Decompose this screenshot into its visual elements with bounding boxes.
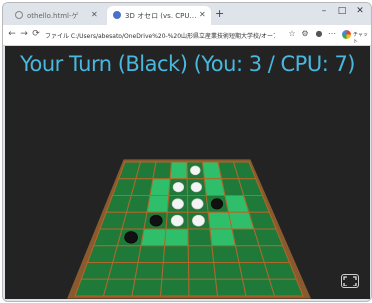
board-cell[interactable]: [112, 245, 142, 263]
page-icon: [113, 11, 121, 19]
extensions-icon[interactable]: ⚙: [300, 29, 310, 38]
board-cell[interactable]: [187, 262, 217, 280]
board-cell[interactable]: [213, 262, 244, 280]
board-cell[interactable]: [102, 278, 136, 297]
board-cell[interactable]: [187, 245, 215, 263]
board-cell[interactable]: [209, 228, 237, 247]
fullscreen-button[interactable]: [341, 274, 359, 288]
board-cell[interactable]: [146, 195, 170, 213]
turn-status: Your Turn (Black) (You: 3 / CPU: 7): [19, 52, 356, 76]
board-cell[interactable]: [169, 161, 188, 180]
menu-icon[interactable]: ⋯: [327, 29, 337, 38]
white-disc: [190, 181, 203, 193]
white-disc: [170, 214, 184, 227]
board-cell[interactable]: [162, 245, 190, 263]
black-disc: [210, 198, 224, 210]
url-field[interactable]: ファイル C:/Users/abesato/OneDrive%20-%20山形県…: [45, 31, 275, 41]
globe-icon: [15, 11, 23, 19]
star-icon[interactable]: ☆: [287, 29, 297, 38]
board-cell[interactable]: [140, 228, 167, 247]
white-disc: [191, 198, 204, 210]
board-cell[interactable]: [211, 245, 240, 263]
game-canvas[interactable]: Your Turn (Black) (You: 3 / CPU: 7): [5, 46, 370, 299]
new-tab-button[interactable]: +: [215, 7, 224, 20]
board-cell[interactable]: [159, 278, 190, 297]
white-disc: [171, 198, 184, 210]
board-cell[interactable]: [215, 278, 247, 297]
minimize-button[interactable]: –: [317, 6, 331, 16]
tab-bar: othello.html-ゲ ✕ 3D オセロ (vs. CPU) ゲーム ✕ …: [3, 3, 371, 25]
chat-icon[interactable]: [342, 30, 351, 39]
chat-label[interactable]: チャット: [353, 31, 371, 45]
close-tab-icon[interactable]: ✕: [91, 10, 98, 19]
forward-button[interactable]: →: [19, 29, 29, 39]
white-disc: [192, 214, 205, 227]
board-cell[interactable]: [149, 178, 171, 196]
browser-window: othello.html-ゲ ✕ 3D オセロ (vs. CPU) ゲーム ✕ …: [2, 2, 372, 302]
board-cell[interactable]: [187, 228, 213, 247]
board-cell[interactable]: [107, 262, 139, 280]
reload-button[interactable]: ⟳: [31, 29, 41, 39]
fullscreen-icon: [343, 276, 357, 286]
tab-label: 3D オセロ (vs. CPU) ゲーム: [125, 12, 197, 20]
board-cell[interactable]: [161, 262, 190, 280]
board-cell[interactable]: [137, 245, 166, 263]
tab-othello[interactable]: othello.html-ゲ ✕: [9, 6, 103, 25]
close-tab-icon[interactable]: ✕: [199, 10, 206, 19]
board-cell[interactable]: [121, 211, 148, 230]
tab-label: othello.html-ゲ: [27, 12, 79, 20]
tab-3d-othello[interactable]: 3D オセロ (vs. CPU) ゲーム ✕: [107, 6, 211, 25]
board-cell[interactable]: [207, 211, 233, 230]
board-cell[interactable]: [152, 161, 173, 180]
address-bar: ← → ⟳ ファイル C:/Users/abesato/OneDrive%20-…: [3, 25, 371, 46]
board-cell[interactable]: [134, 262, 164, 280]
close-window-button[interactable]: ✕: [353, 6, 367, 16]
board-cell[interactable]: [125, 195, 151, 213]
white-disc: [189, 165, 201, 176]
board-cell[interactable]: [188, 278, 219, 297]
board-cell[interactable]: [131, 278, 163, 297]
maximize-button[interactable]: □: [335, 6, 349, 16]
white-disc: [172, 181, 185, 193]
board-cell[interactable]: [74, 278, 109, 297]
black-disc: [124, 231, 138, 244]
profile-icon[interactable]: ●: [314, 29, 324, 38]
othello-board[interactable]: [5, 46, 370, 299]
board-cell[interactable]: [164, 228, 189, 247]
back-button[interactable]: ←: [7, 29, 17, 39]
black-disc: [149, 214, 163, 227]
